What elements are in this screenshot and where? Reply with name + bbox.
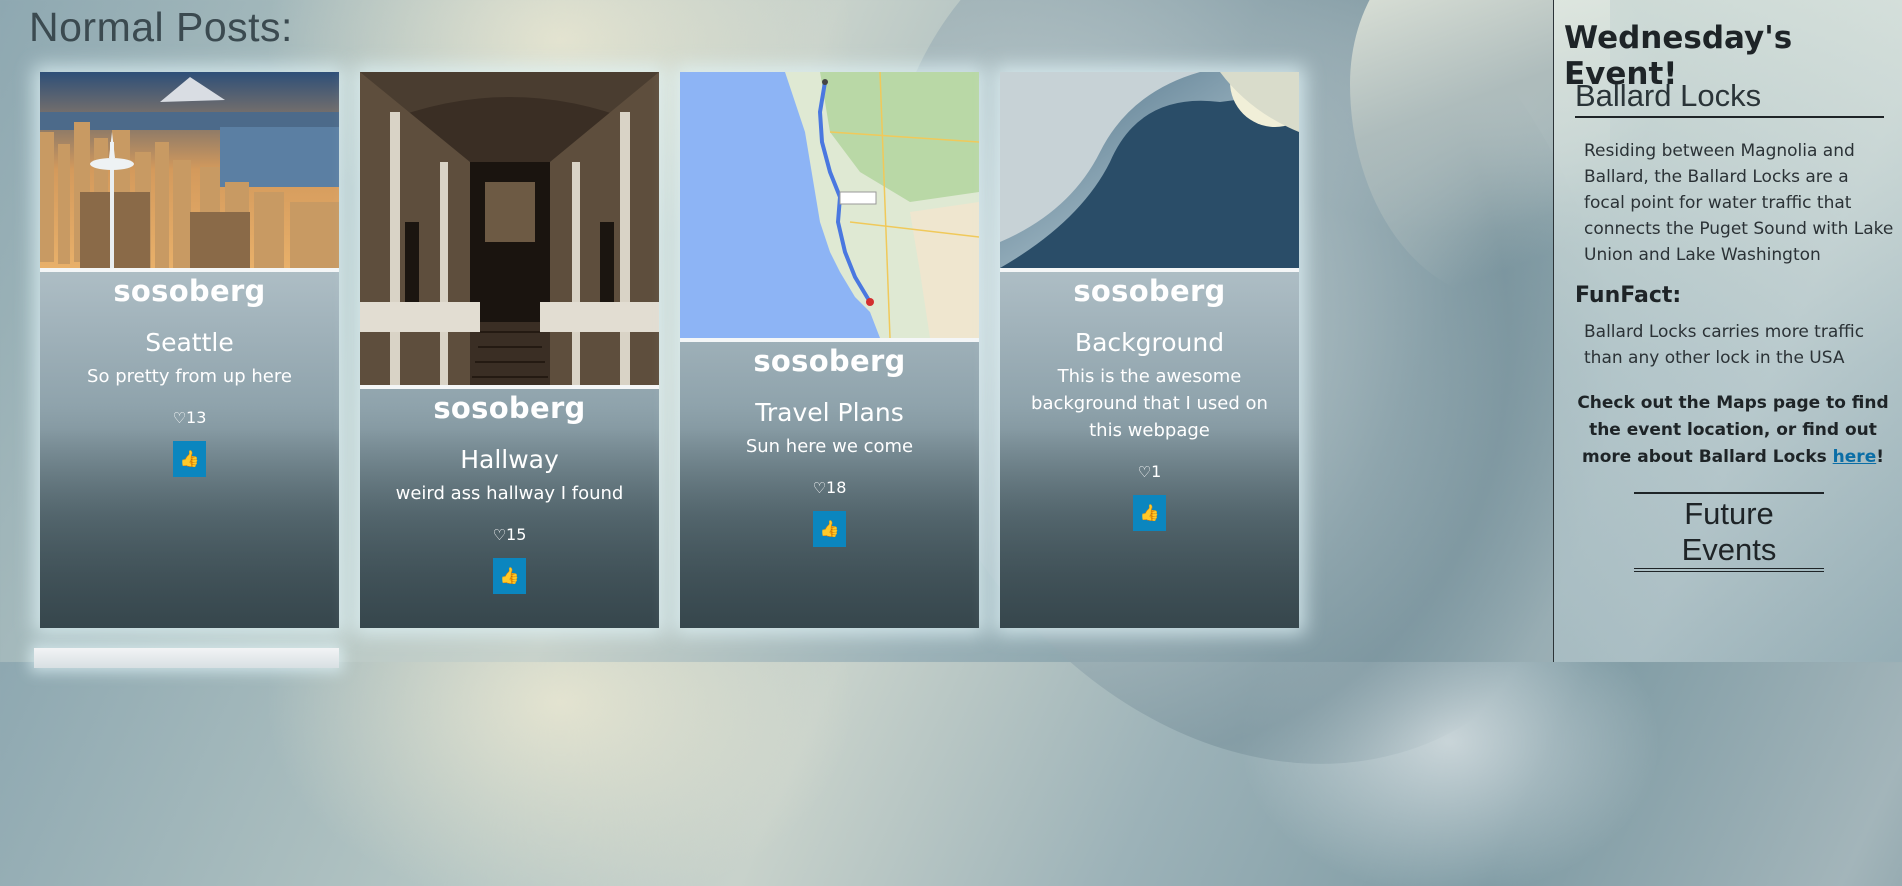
like-count-value: 15 — [506, 525, 527, 544]
like-button[interactable]: 👍 — [493, 558, 526, 594]
like-count: ♡18 — [680, 478, 979, 497]
like-button[interactable]: 👍 — [1133, 495, 1166, 531]
event-sidebar: Wednesday's Event! Ballard Locks Residin… — [1553, 0, 1902, 662]
maps-callout: Check out the Maps page to find the even… — [1574, 390, 1892, 471]
page-title: Normal Posts: — [29, 4, 293, 50]
like-count-value: 1 — [1151, 462, 1162, 481]
heart-icon: ♡ — [172, 409, 187, 427]
post-description: weird ass hallway I found — [395, 483, 624, 504]
like-button[interactable]: 👍 — [173, 441, 206, 477]
post-card: sosoberg Hallway weird ass hallway I fou… — [360, 72, 659, 628]
post-description: This is the awesome background that I us… — [1031, 366, 1268, 441]
post-card: sosoberg Travel Plans Sun here we come ♡… — [680, 72, 979, 628]
post-description: Sun here we come — [745, 436, 914, 457]
next-post-card-peek — [34, 648, 339, 668]
post-title: Hallway — [460, 445, 559, 474]
event-name: Ballard Locks — [1575, 78, 1884, 118]
callout-end: ! — [1876, 447, 1884, 467]
post-image-seattle — [40, 72, 339, 272]
future-events-link[interactable]: Future Events — [1634, 492, 1824, 572]
post-title: Background — [1074, 328, 1225, 357]
thumbs-up-icon: 👍 — [499, 566, 520, 585]
funfact-text: Ballard Locks carries more traffic than … — [1584, 322, 1865, 368]
post-image-map — [680, 72, 979, 342]
post-title: Seattle — [145, 328, 234, 357]
heart-icon: ♡ — [812, 479, 827, 497]
post-image-hallway — [360, 72, 659, 389]
thumbs-up-icon: 👍 — [1139, 503, 1160, 522]
post-image-background — [1000, 72, 1299, 272]
ballard-locks-link[interactable]: here — [1833, 447, 1877, 467]
post-title: Travel Plans — [755, 398, 904, 427]
funfact-heading: FunFact: — [1575, 283, 1682, 308]
like-count-value: 18 — [826, 478, 847, 497]
heart-icon: ♡ — [492, 526, 507, 544]
thumbs-up-icon: 👍 — [819, 519, 840, 538]
heart-icon: ♡ — [1137, 463, 1152, 481]
post-author[interactable]: sosoberg — [40, 274, 339, 308]
like-count: ♡15 — [360, 525, 659, 544]
post-card: sosoberg Background This is the awesome … — [1000, 72, 1299, 628]
post-card: sosoberg Seattle So pretty from up here … — [40, 72, 339, 628]
like-count: ♡13 — [40, 408, 339, 427]
post-description: So pretty from up here — [87, 366, 292, 387]
thumbs-up-icon: 👍 — [179, 449, 200, 468]
like-button[interactable]: 👍 — [813, 511, 846, 547]
post-author[interactable]: sosoberg — [680, 344, 979, 378]
like-count: ♡1 — [1000, 462, 1299, 481]
post-author[interactable]: sosoberg — [1000, 274, 1299, 308]
post-author[interactable]: sosoberg — [360, 391, 659, 425]
like-count-value: 13 — [186, 408, 207, 427]
event-description: Residing between Magnolia and Ballard, t… — [1584, 141, 1894, 265]
